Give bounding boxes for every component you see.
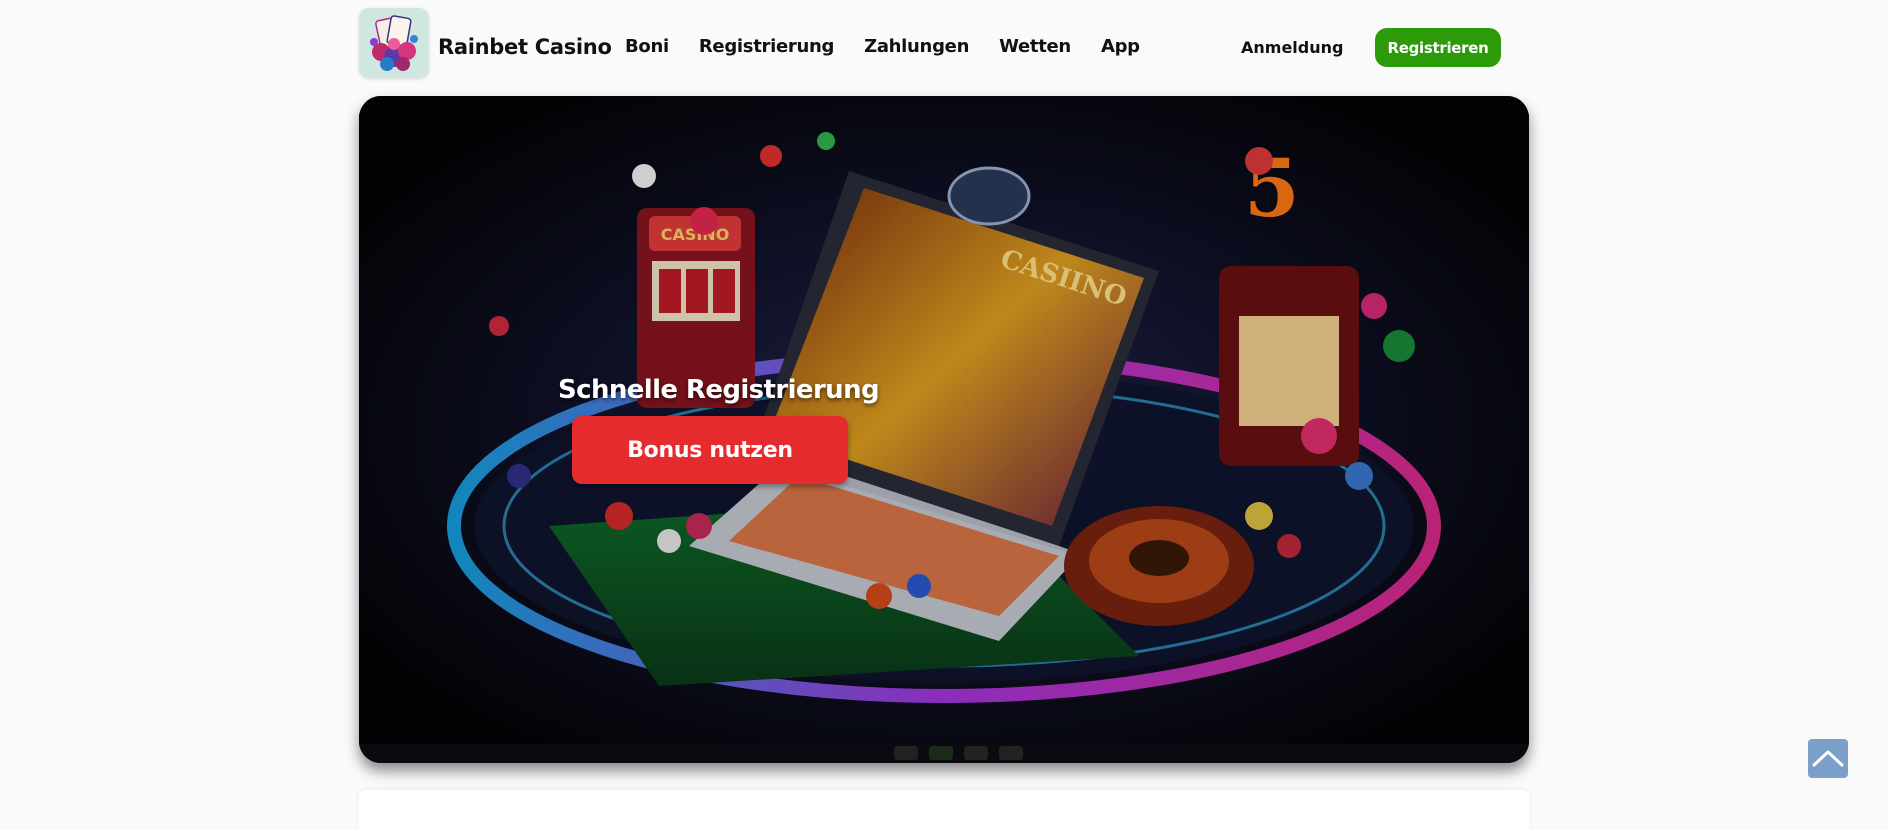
main-nav: Boni Registrierung Zahlungen Wetten App [625,36,1170,57]
chevron-up-icon [1812,750,1844,767]
bonus-button[interactable]: Bonus nutzen [572,416,848,484]
hero-banner: CASINO CASIINO 5 Schnelle Registrierung … [359,96,1529,763]
nav-item-wetten[interactable]: Wetten [999,36,1071,57]
site-header: Rainbet Casino Boni Registrierung Zahlun… [359,8,1530,80]
nav-item-zahlungen[interactable]: Zahlungen [864,36,969,57]
casino-logo-icon[interactable] [359,8,429,78]
nav-item-boni[interactable]: Boni [625,36,669,57]
nav-item-registrierung[interactable]: Registrierung [699,36,834,57]
content-card [359,790,1529,830]
hero-title: Schnelle Registrierung [558,375,880,405]
scroll-to-top-button[interactable] [1808,739,1848,778]
register-button[interactable]: Registrieren [1375,28,1501,67]
login-link[interactable]: Anmeldung [1241,38,1343,57]
casino-neon-illustration: CASINO CASIINO 5 [359,96,1529,763]
brand-name[interactable]: Rainbet Casino [438,35,612,59]
nav-item-app[interactable]: App [1101,36,1140,57]
